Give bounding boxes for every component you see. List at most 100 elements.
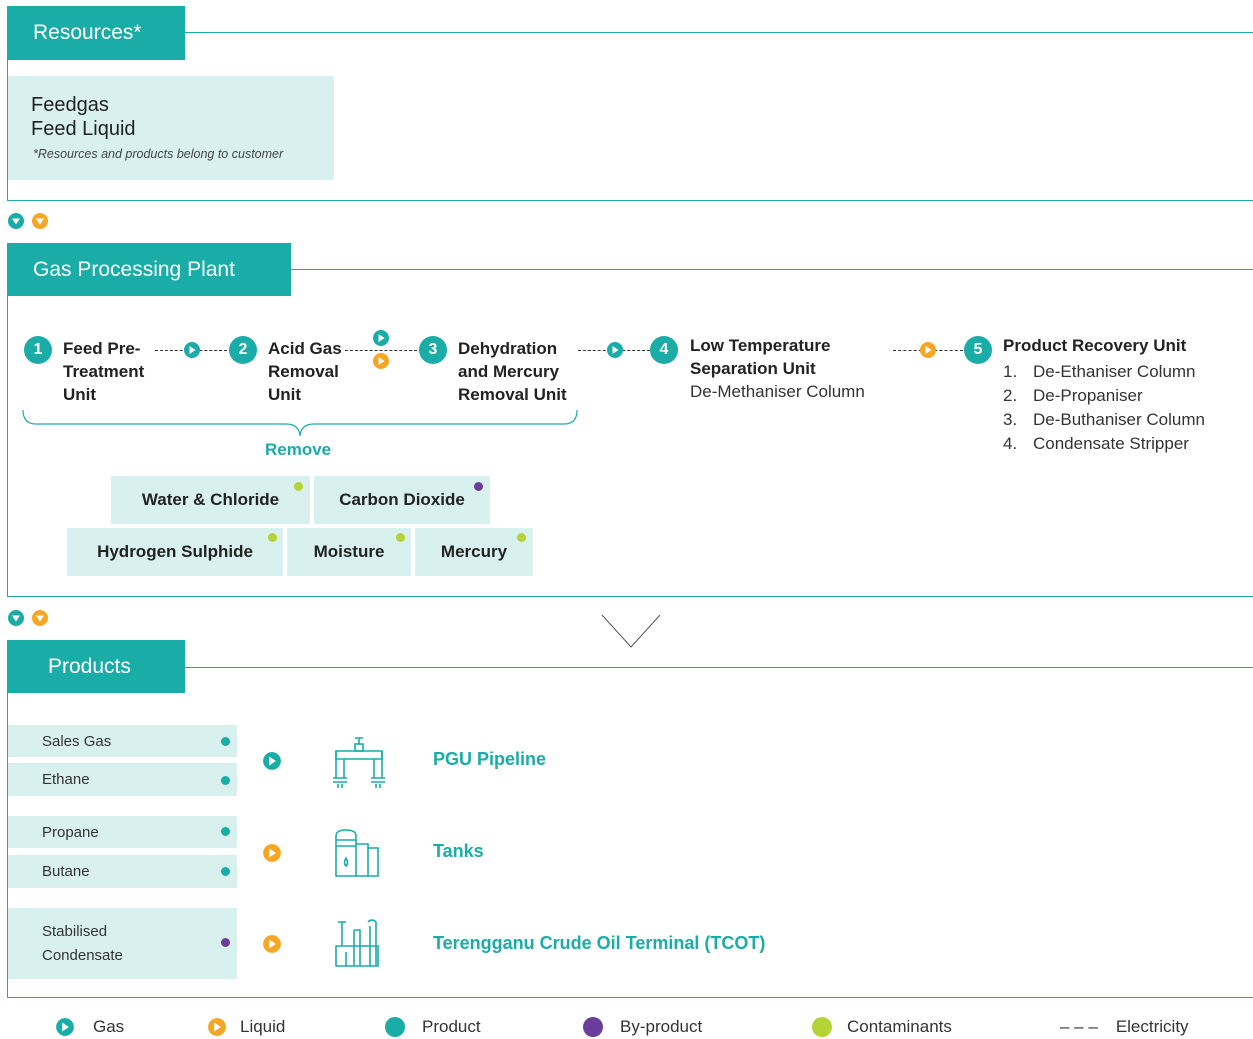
liquid-play-icon (373, 353, 389, 369)
tank-icon (335, 829, 379, 877)
legend-label: Electricity (1115, 1017, 1189, 1036)
step-2-label: Acid Gas Removal Unit (268, 337, 342, 406)
step-2-text: Acid Gas Removal Unit (268, 339, 342, 404)
product-dot (221, 867, 230, 876)
gas-play-icon (184, 342, 200, 358)
product-dot (221, 827, 230, 836)
plant-tab: Gas Processing Plant (7, 243, 291, 296)
byproduct-dot (221, 938, 230, 947)
byproduct-dot (474, 482, 483, 491)
connector-2-3 (345, 350, 417, 351)
legend-label: Gas (93, 1017, 125, 1036)
step-2-badge: 2 (229, 336, 257, 364)
resources-title: Resources* (33, 21, 142, 44)
legend-liquid: Liquid (207, 1017, 285, 1037)
step-1-badge: 1 (24, 336, 52, 364)
contaminant-dot (294, 482, 303, 491)
liquid-play-icon (263, 935, 281, 953)
resources-header-line (185, 32, 1253, 33)
list-item-text: De-Ethaniser Column (1033, 362, 1196, 381)
step-4-badge: 4 (650, 336, 678, 364)
remove-label: Remove (265, 440, 332, 459)
contaminant-dot (268, 533, 277, 542)
legend-label: By-product (620, 1017, 703, 1036)
list-item: 1. De-Ethaniser Column (1003, 362, 1196, 381)
product-label: Ethane (42, 771, 90, 788)
liquid-play-icon (263, 844, 281, 862)
plant-title: Gas Processing Plant (33, 257, 235, 281)
liquid-play-icon (920, 342, 936, 358)
byproduct-dot-icon (583, 1017, 603, 1037)
product-dot (221, 737, 230, 746)
chip-label: Hydrogen Sulphide (97, 542, 253, 561)
legend-byproduct: By-product (583, 1017, 702, 1037)
liquid-play-icon (208, 1018, 226, 1036)
step-5-text: Product Recovery Unit (1003, 336, 1187, 355)
step-4-label: Low Temperature Separation Unit (690, 334, 830, 380)
remove-brace (22, 410, 578, 437)
contaminant-hydrogen-sulphide: Hydrogen Sulphide (67, 528, 283, 576)
chip-label: Mercury (440, 542, 508, 561)
chip-label: Water & Chloride (141, 490, 280, 509)
legend-contaminants: Contaminants (812, 1017, 952, 1037)
list-item-text: Condensate Stripper (1033, 434, 1189, 453)
plant-header-line (291, 269, 1253, 270)
legend-gas: Gas (55, 1017, 124, 1037)
resources-box: Feedgas Feed Liquid *Resources and produ… (8, 76, 334, 180)
pipeline-icon (333, 737, 385, 788)
contaminant-dot (396, 533, 405, 542)
gas-play-icon (56, 1018, 74, 1036)
product-propane: Propane (8, 816, 237, 848)
destination-tanks: Tanks (433, 841, 484, 861)
legend-electricity: – – – Electricity (1060, 1017, 1189, 1037)
gas-play-icon (263, 752, 281, 770)
contaminant-dot (517, 533, 526, 542)
gas-play-icon (373, 330, 389, 346)
product-dot-icon (385, 1017, 405, 1037)
product-label: Stabilised Condensate (42, 922, 123, 964)
liquid-down-icon (32, 213, 48, 229)
gas-play-icon (607, 342, 623, 358)
step-5-list: 1. De-Ethaniser Column 2. De-Propaniser 3.… (1003, 360, 1205, 456)
legend-label: Contaminants (847, 1017, 952, 1036)
step-1-label: Feed Pre- Treatment Unit (63, 337, 144, 406)
product-dot (221, 776, 230, 785)
contaminant-mercury: Mercury (415, 528, 533, 576)
contaminant-carbon-dioxide: Carbon Dioxide (314, 476, 490, 524)
product-label: Propane (42, 823, 99, 841)
products-title: Products (48, 654, 131, 678)
product-label: Butane (42, 863, 90, 880)
list-item-text: De-Buthaniser Column (1033, 410, 1205, 429)
step-3-text: Dehydration and Mercury Removal Unit (458, 339, 567, 404)
step-4-sub: De-Methaniser Column (690, 382, 865, 401)
product-sales-gas: Sales Gas (8, 725, 237, 757)
step-3-badge: 3 (419, 336, 447, 364)
chip-label: Moisture (313, 542, 385, 561)
list-item: 2. De-Propaniser (1003, 386, 1143, 405)
product-butane: Butane (8, 855, 237, 888)
destination-tcot: Terengganu Crude Oil Terminal (TCOT) (433, 933, 766, 953)
product-ethane: Ethane (8, 763, 237, 796)
resources-note: *Resources and products belong to custom… (33, 147, 284, 161)
step-4-text: Low Temperature Separation Unit (690, 336, 831, 378)
resources-tab: Resources* (7, 6, 185, 60)
list-item: 4. Condensate Stripper (1003, 434, 1189, 453)
liquid-down-icon (32, 610, 48, 626)
gas-down-icon (8, 213, 24, 229)
terminal-icon (335, 919, 379, 967)
legend-label: Product (422, 1017, 481, 1036)
destination-pgu-pipeline: PGU Pipeline (433, 749, 547, 769)
product-stabilised-condensate: Stabilised Condensate (8, 908, 237, 979)
electricity-dash-icon: – – – (1060, 1017, 1098, 1036)
chevron-down-icon[interactable] (601, 614, 661, 648)
step-5-badge: 5 (964, 336, 992, 364)
products-tab: Products (7, 640, 185, 693)
chip-label: Carbon Dioxide (339, 490, 465, 509)
contaminant-water-chloride: Water & Chloride (111, 476, 310, 524)
list-item-text: De-Propaniser (1033, 386, 1143, 405)
contaminant-dot-icon (812, 1017, 832, 1037)
resource-feedgas: Feedgas (31, 94, 109, 116)
product-label: Sales Gas (42, 732, 112, 750)
step-3-label: Dehydration and Mercury Removal Unit (458, 337, 567, 406)
gas-down-icon (8, 610, 24, 626)
